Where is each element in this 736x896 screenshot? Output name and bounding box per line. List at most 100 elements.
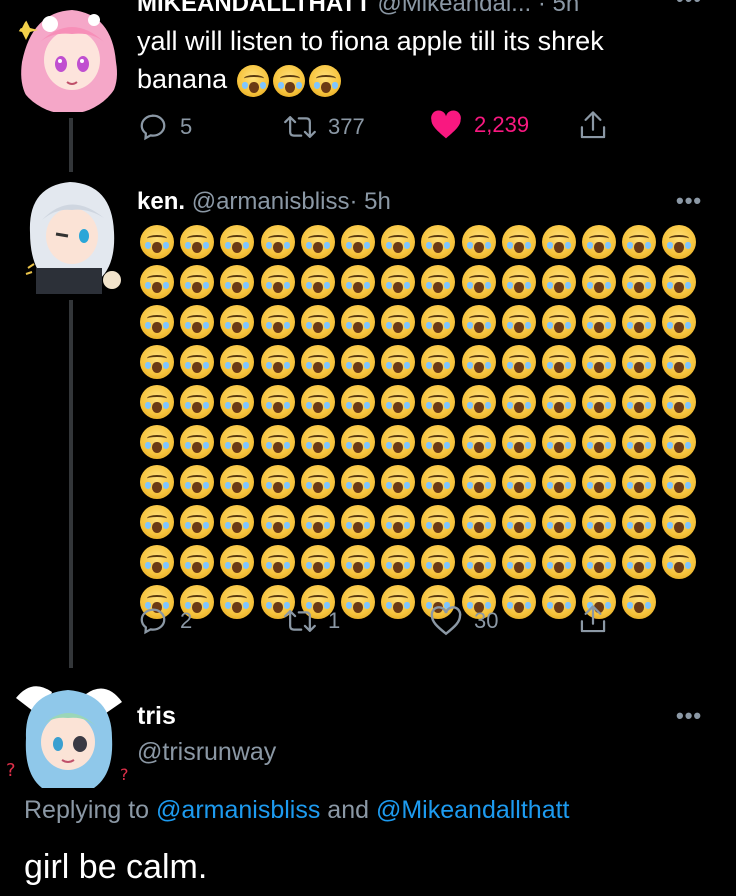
loudly-crying-face-emoji [260, 385, 295, 419]
retweet-icon [284, 610, 316, 632]
thread-line-lower [69, 300, 73, 670]
retweet-button[interactable]: 377 [284, 112, 365, 142]
handle[interactable]: @trisrunway [137, 738, 276, 767]
reply-count: 2 [180, 608, 193, 633]
tweet-text: yall will listen to fiona apple till its… [137, 26, 604, 94]
loudly-crying-face-emoji [140, 465, 174, 499]
loudly-crying-face-emoji [541, 585, 576, 619]
loudly-crying-face-emoji [180, 425, 215, 459]
loudly-crying-face-emoji [421, 225, 456, 259]
replying-and: and [327, 796, 370, 824]
loudly-crying-face-emoji [421, 465, 456, 499]
loudly-crying-face-emoji [140, 225, 174, 259]
avatar[interactable] [12, 172, 128, 298]
more-icon[interactable]: ••• [676, 703, 702, 729]
tweet-text-block: yall will listen to fiona apple till its… [137, 22, 697, 98]
loudly-crying-face-emoji [300, 345, 335, 379]
replying-prefix: Replying to [24, 796, 150, 824]
loudly-crying-face-emoji [461, 505, 496, 539]
retweet-icon [284, 116, 316, 138]
loudly-crying-face-emoji [381, 385, 416, 419]
loudly-crying-face-emoji [461, 225, 496, 259]
loudly-crying-face-emoji [340, 505, 375, 539]
loudly-crying-face-emoji [421, 305, 456, 339]
loudly-crying-face-emoji [180, 545, 215, 579]
loudly-crying-face-emoji [421, 505, 456, 539]
mention-armanisbliss[interactable]: @armanisbliss [156, 796, 320, 824]
loudly-crying-face-emoji [381, 465, 416, 499]
loudly-crying-face-emoji [260, 505, 295, 539]
display-name[interactable]: ken. [137, 188, 185, 215]
loudly-crying-face-emoji [541, 505, 576, 539]
loudly-crying-face-emoji [582, 265, 617, 299]
loudly-crying-face-emoji [220, 545, 255, 579]
loudly-crying-face-emoji [220, 465, 255, 499]
loudly-crying-face-emoji [340, 225, 375, 259]
display-name[interactable]: tris [137, 702, 176, 731]
loudly-crying-face-emoji [340, 385, 375, 419]
handle-and-time[interactable]: @Mikeandal... · 5h [377, 0, 579, 17]
share-button[interactable] [578, 604, 608, 636]
loudly-crying-face-emoji [180, 385, 215, 419]
loudly-crying-face-emoji [541, 305, 576, 339]
loudly-crying-face-emoji [501, 385, 536, 419]
loudly-crying-face-emoji [541, 425, 576, 459]
loudly-crying-face-emoji [340, 265, 375, 299]
retweet-button[interactable]: 1 [284, 606, 340, 636]
svg-text:?: ? [6, 760, 16, 781]
loudly-crying-face-emoji [140, 305, 174, 339]
more-icon[interactable]: ••• [676, 0, 702, 12]
like-button[interactable]: 2,239 [430, 110, 529, 140]
loudly-crying-face-emoji [541, 465, 576, 499]
loudly-crying-face-emoji [541, 225, 576, 259]
timestamp[interactable]: · 5h [349, 188, 390, 215]
loudly-crying-face-emoji [622, 265, 657, 299]
loudly-crying-face-emoji [501, 265, 536, 299]
loudly-crying-face-emoji [260, 345, 295, 379]
loudly-crying-face-emoji [220, 265, 255, 299]
emoji-grid-empty [659, 582, 699, 622]
loudly-crying-face-emoji [381, 225, 416, 259]
like-count: 30 [474, 608, 499, 633]
avatar[interactable]: ? ? [2, 668, 136, 798]
loudly-crying-face-emoji [662, 385, 697, 419]
loudly-crying-face-emoji [501, 225, 536, 259]
loudly-crying-face-emoji [340, 305, 375, 339]
like-button[interactable]: 30 [430, 606, 498, 636]
loudly-crying-face-emoji [622, 585, 657, 619]
reply-button[interactable]: 2 [138, 606, 192, 636]
loudly-crying-face-emoji [501, 305, 536, 339]
like-count: 2,239 [474, 112, 530, 137]
emoji-grid [137, 222, 699, 622]
avatar[interactable] [12, 2, 124, 114]
loudly-crying-face-emoji [260, 265, 295, 299]
loudly-crying-face-emoji [662, 505, 697, 539]
more-icon[interactable]: ••• [676, 188, 702, 214]
loudly-crying-face-emoji [381, 265, 416, 299]
svg-text:?: ? [120, 765, 129, 784]
loudly-crying-face-emoji [461, 425, 496, 459]
loudly-crying-face-emoji [662, 465, 697, 499]
share-icon [580, 111, 606, 139]
mention-mikeandallthatt[interactable]: @Mikeandallthatt [376, 796, 570, 824]
loudly-crying-face-emoji [340, 545, 375, 579]
share-button[interactable] [578, 110, 608, 142]
loudly-crying-face-emoji [340, 345, 375, 379]
loudly-crying-face-emoji [381, 505, 416, 539]
loudly-crying-face-emoji [421, 345, 456, 379]
loudly-crying-face-emoji [300, 425, 335, 459]
reply-button[interactable]: 5 [138, 112, 192, 142]
loudly-crying-face-emoji [140, 545, 174, 579]
retweet-count: 1 [328, 608, 341, 633]
loudly-crying-face-emoji [180, 305, 215, 339]
loudly-crying-face-emoji [260, 545, 295, 579]
replying-to: Replying to @armanisbliss and @Mikeandal… [24, 796, 570, 825]
loudly-crying-face-emoji [260, 425, 295, 459]
loudly-crying-face-emoji [220, 385, 255, 419]
display-name[interactable]: MIKEANDALLTHATT [137, 0, 371, 17]
loudly-crying-face-emoji [662, 225, 697, 259]
reply-count: 5 [180, 114, 193, 139]
loudly-crying-face-emoji [501, 345, 536, 379]
loudly-crying-face-emoji [300, 265, 335, 299]
handle[interactable]: @armanisbliss [192, 188, 350, 215]
